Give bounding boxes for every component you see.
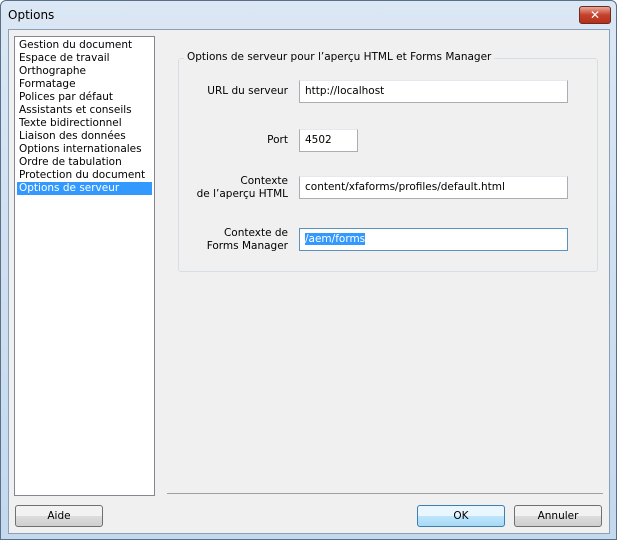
help-button[interactable]: Aide bbox=[15, 505, 103, 527]
html-context-label: Contexte de l’aperçu HTML bbox=[197, 175, 288, 201]
category-item[interactable]: Liaison des données bbox=[17, 130, 152, 143]
category-item[interactable]: Formatage bbox=[17, 78, 152, 91]
category-item[interactable]: Protection du document bbox=[17, 169, 152, 182]
selected-text: /aem/forms bbox=[305, 233, 366, 245]
category-item[interactable]: Options internationales bbox=[17, 143, 152, 156]
category-item[interactable]: Assistants et conseils bbox=[17, 104, 152, 117]
ok-button[interactable]: OK bbox=[417, 505, 505, 527]
cancel-button[interactable]: Annuler bbox=[514, 505, 602, 527]
label-line: Forms Manager bbox=[206, 240, 288, 252]
category-item[interactable]: Ordre de tabulation bbox=[17, 156, 152, 169]
category-item[interactable]: Orthographe bbox=[17, 65, 152, 78]
category-item[interactable]: Texte bidirectionnel bbox=[17, 117, 152, 130]
category-item[interactable]: Gestion du document bbox=[17, 39, 152, 52]
html-context-input[interactable]: content/xfaforms/profiles/default.html bbox=[299, 176, 568, 199]
group-title: Options de serveur pour l’aperçu HTML et… bbox=[184, 51, 495, 63]
port-input[interactable]: 4502 bbox=[299, 129, 358, 152]
close-button[interactable]: ✕ bbox=[579, 6, 611, 24]
server-url-input[interactable]: http://localhost bbox=[299, 80, 568, 103]
forms-manager-context-input[interactable]: /aem/forms bbox=[299, 228, 568, 251]
url-label: URL du serveur bbox=[207, 85, 288, 97]
category-item[interactable]: Polices par défaut bbox=[17, 91, 152, 104]
separator bbox=[167, 493, 603, 494]
port-label: Port bbox=[267, 134, 288, 146]
category-list[interactable]: Gestion du document Espace de travail Or… bbox=[14, 36, 155, 496]
label-line: de l’aperçu HTML bbox=[196, 188, 288, 200]
forms-manager-context-label: Contexte de Forms Manager bbox=[207, 227, 288, 253]
category-item[interactable]: Espace de travail bbox=[17, 52, 152, 65]
label-line: Contexte bbox=[240, 175, 288, 187]
dialog-title: Options bbox=[8, 8, 55, 22]
label-line: Contexte de bbox=[223, 227, 288, 239]
category-item-selected[interactable]: Options de serveur bbox=[17, 182, 152, 195]
